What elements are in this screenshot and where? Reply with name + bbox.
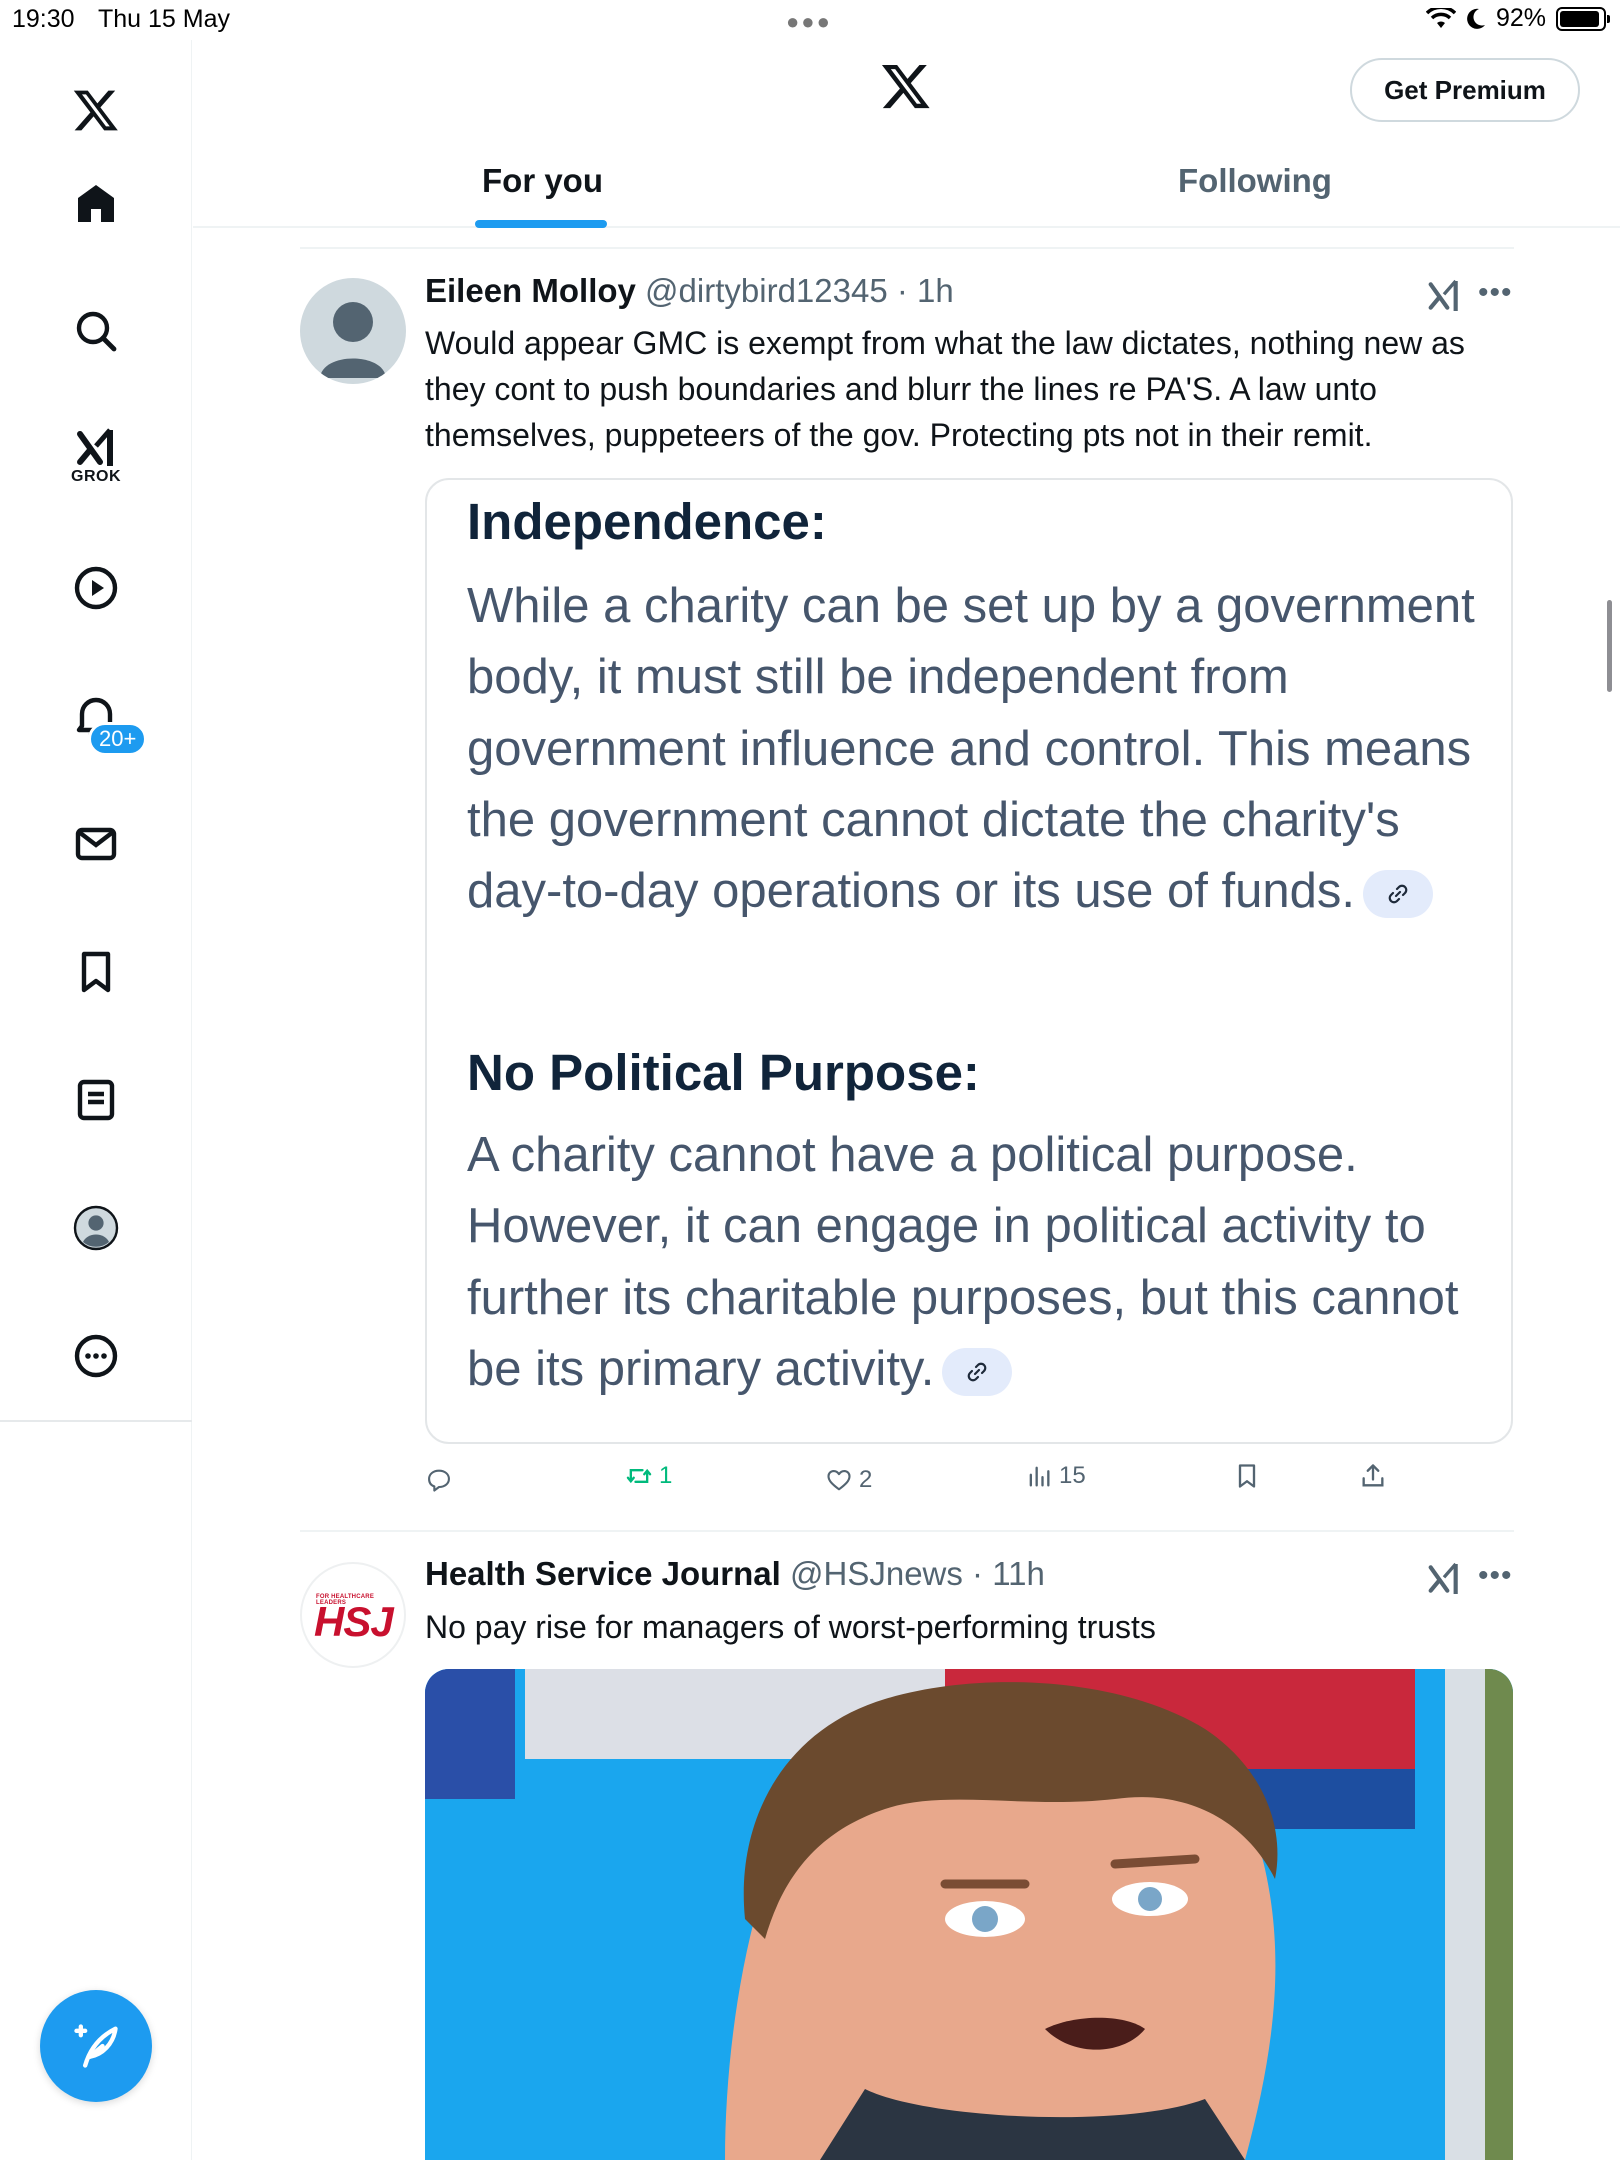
- x-logo-header-icon[interactable]: [880, 60, 932, 112]
- repost-button[interactable]: 1: [625, 1462, 672, 1490]
- active-tab-indicator: [475, 220, 607, 228]
- link-icon: [1388, 884, 1408, 904]
- link-icon: [968, 1362, 987, 1382]
- post-header: Eileen Molloy @dirtybird12345 · 1h: [425, 272, 954, 310]
- views-chart-icon: [1029, 1466, 1050, 1487]
- author-handle[interactable]: @dirtybird12345: [645, 272, 888, 309]
- post-time[interactable]: 1h: [917, 272, 954, 309]
- post-header: Health Service Journal @HSJnews · 11h: [425, 1555, 1045, 1593]
- grok-explain-icon[interactable]: [1424, 1559, 1464, 1599]
- bookmark-button[interactable]: [1233, 1462, 1261, 1490]
- lists-icon[interactable]: [56, 1060, 136, 1140]
- home-icon[interactable]: [56, 164, 136, 244]
- like-button[interactable]: 2: [825, 1466, 872, 1494]
- video-icon[interactable]: [56, 548, 136, 628]
- post-more-icon[interactable]: •••: [1478, 1559, 1513, 1593]
- post-text: Would appear GMC is exempt from what the…: [425, 325, 1465, 453]
- multitask-dots-icon[interactable]: ●●●: [786, 9, 832, 35]
- avatar[interactable]: FOR HEALTHCARE LEADERS HSJ: [300, 1562, 406, 1668]
- more-icon[interactable]: [56, 1316, 136, 1396]
- image-heading-1: Independence:: [467, 493, 827, 550]
- link-chip: [942, 1347, 1013, 1396]
- post-photo[interactable]: [425, 1669, 1513, 2160]
- battery-fill: [1560, 10, 1599, 27]
- post-actions: 1 2 15: [425, 1462, 1505, 1502]
- post-more-icon[interactable]: •••: [1478, 276, 1513, 310]
- views-count: 15: [1059, 1462, 1086, 1489]
- image-body-2: A charity cannot have a political purpos…: [467, 1120, 1507, 1405]
- notifications-badge: 20+: [88, 722, 148, 756]
- battery-icon: [1556, 6, 1610, 31]
- tab-following[interactable]: Following: [1178, 162, 1332, 200]
- profile-icon[interactable]: [56, 1188, 136, 1268]
- avatar[interactable]: [300, 278, 406, 384]
- share-icon: [1362, 1464, 1384, 1487]
- meta-separator: ·: [887, 272, 918, 309]
- like-count: 2: [859, 1466, 873, 1493]
- post-divider: [300, 1530, 1514, 1532]
- post-image[interactable]: Independence: While a charity can be set…: [425, 478, 1513, 1444]
- author-name[interactable]: Eileen Molloy: [425, 272, 636, 309]
- repost-count: 1: [659, 1462, 673, 1489]
- moon-icon: [1467, 8, 1485, 29]
- image-body-1-text: While a charity can be set up by a gover…: [467, 579, 1475, 919]
- heart-icon: [827, 1469, 851, 1491]
- views-button[interactable]: 15: [1025, 1462, 1086, 1490]
- reply-icon: [428, 1469, 450, 1492]
- messages-icon[interactable]: [56, 804, 136, 884]
- reply-button[interactable]: [425, 1466, 459, 1494]
- wifi-icon: [1425, 7, 1456, 28]
- share-button[interactable]: [1359, 1462, 1387, 1490]
- bookmark-icon: [1238, 1464, 1256, 1488]
- sidebar: GROK 20+: [0, 40, 192, 2160]
- meta-separator: ·: [962, 1555, 993, 1592]
- x-logo-icon[interactable]: [56, 70, 136, 150]
- author-handle[interactable]: @HSJnews: [790, 1555, 963, 1592]
- post-time[interactable]: 11h: [992, 1555, 1045, 1592]
- status-time: 19:30: [12, 5, 75, 33]
- scrollbar-thumb[interactable]: [1607, 600, 1612, 692]
- tab-for-you[interactable]: For you: [482, 162, 603, 200]
- repost-icon: [626, 1468, 652, 1484]
- compose-button[interactable]: [40, 1990, 152, 2102]
- sidebar-divider: [0, 1420, 192, 1422]
- status-date: Thu 15 May: [98, 5, 231, 33]
- bookmarks-icon[interactable]: [56, 932, 136, 1012]
- compose-feather-icon: [74, 2024, 118, 2068]
- grok-label: GROK: [71, 468, 121, 485]
- status-bar: 19:30 Thu 15 May ●●● 92%: [0, 0, 1620, 40]
- photo-illustration: [425, 1669, 1513, 2160]
- search-icon[interactable]: [56, 291, 136, 371]
- grok-explain-icon[interactable]: [1424, 276, 1464, 316]
- link-chip: [1362, 870, 1433, 919]
- feed-tabs: For you Following: [193, 140, 1620, 228]
- image-body-1: While a charity can be set up by a gover…: [467, 571, 1507, 927]
- post-text: No pay rise for managers of worst-perfor…: [425, 1609, 1156, 1645]
- post-divider: [300, 247, 1514, 249]
- get-premium-button[interactable]: Get Premium: [1350, 58, 1580, 122]
- hsj-logo-text: HSJ: [314, 1598, 394, 1645]
- author-name[interactable]: Health Service Journal: [425, 1555, 781, 1592]
- image-heading-2: No Political Purpose:: [467, 1044, 980, 1101]
- grok-icon[interactable]: GROK: [56, 410, 136, 520]
- battery-percent: 92%: [1495, 4, 1546, 32]
